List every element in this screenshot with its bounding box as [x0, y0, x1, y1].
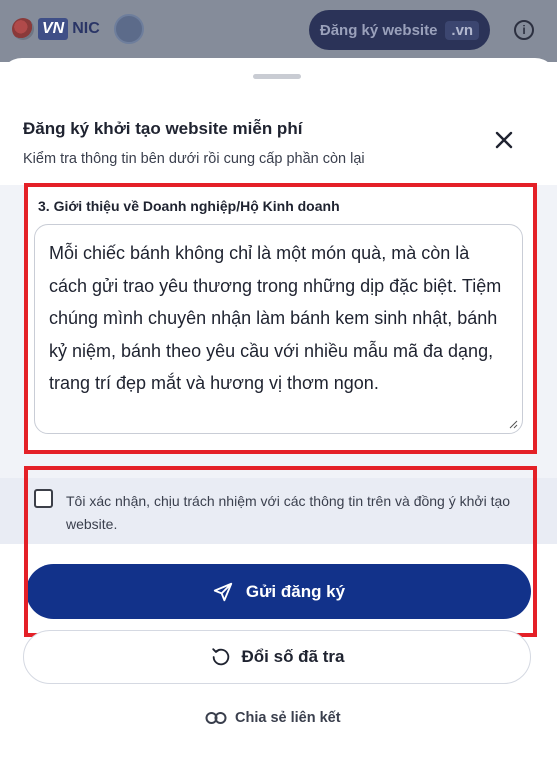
- business-intro-label: 3. Giới thiệu về Doanh nghiệp/Hộ Kinh do…: [38, 198, 340, 214]
- emblem-icon: [113, 14, 144, 44]
- sheet-title: Đăng ký khởi tạo website miễn phí: [23, 119, 303, 138]
- resize-handle-icon[interactable]: [509, 420, 518, 429]
- confirm-row: Tôi xác nhận, chịu trách nhiệm với các t…: [0, 478, 557, 544]
- business-intro-value: Mỗi chiếc bánh không chỉ là một món quà,…: [49, 243, 502, 393]
- business-intro-textarea[interactable]: Mỗi chiếc bánh không chỉ là một món quà,…: [34, 224, 523, 434]
- reset-lookup-button[interactable]: Đổi số đã tra: [23, 630, 531, 684]
- submit-label: Gửi đăng ký: [245, 581, 346, 601]
- register-website-button[interactable]: Đăng ký website .vn: [309, 10, 490, 50]
- sheet-subtitle: Kiểm tra thông tin bên dưới rồi cung cấp…: [23, 151, 365, 167]
- registration-sheet: Đăng ký khởi tạo website miễn phí Kiểm t…: [0, 58, 557, 758]
- close-button[interactable]: [492, 128, 516, 152]
- vnnic-globe-icon: [12, 18, 34, 40]
- drag-handle[interactable]: [253, 74, 301, 79]
- share-label: Chia sẻ liên kết: [235, 710, 341, 726]
- logo-nic-text: NIC: [72, 20, 100, 37]
- close-icon: [495, 131, 513, 149]
- send-icon: [213, 582, 233, 601]
- vn-tld-badge: .vn: [445, 20, 480, 40]
- logo-vn-text: VN: [38, 18, 69, 40]
- link-icon: [205, 712, 227, 724]
- submit-button[interactable]: Gửi đăng ký: [26, 564, 531, 619]
- business-intro-section: 3. Giới thiệu về Doanh nghiệp/Hộ Kinh do…: [24, 183, 537, 454]
- vnnic-logo[interactable]: VN NIC: [12, 12, 144, 46]
- reset-label: Đổi số đã tra: [241, 647, 345, 666]
- rotate-ccw-icon: [211, 648, 229, 666]
- confirm-text: Tôi xác nhận, chịu trách nhiệm với các t…: [66, 493, 511, 532]
- top-bar: VN NIC Đăng ký website .vn i: [0, 0, 557, 62]
- confirm-checkbox[interactable]: [34, 489, 53, 508]
- info-icon[interactable]: i: [514, 20, 534, 40]
- share-link-button[interactable]: Chia sẻ liên kết: [205, 707, 341, 729]
- register-website-label: Đăng ký website: [319, 21, 438, 39]
